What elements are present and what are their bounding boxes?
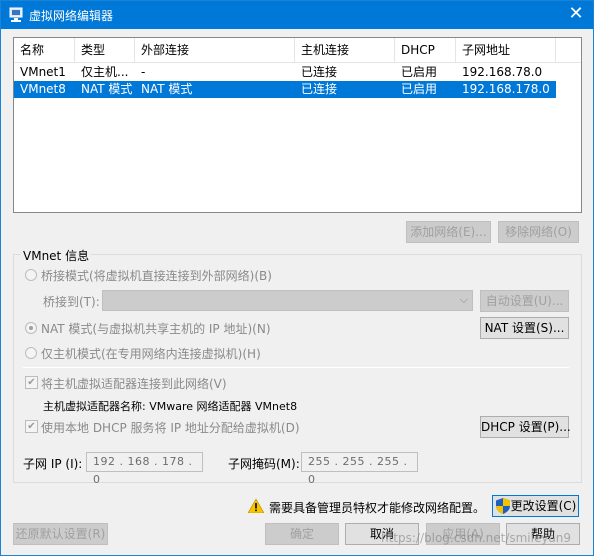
- subnet-mask-label: 子网掩码(M):: [228, 457, 300, 471]
- row-dhcp: 已启用: [401, 65, 438, 79]
- remove-network-button[interactable]: 移除网络(O): [498, 221, 579, 243]
- column-header-type[interactable]: 类型: [75, 38, 135, 63]
- subnet-ip-label: 子网 IP (I):: [23, 457, 83, 471]
- network-list[interactable]: 名称 类型 外部连接 主机连接 DHCP 子网地址 VMnet1 仅主机... …: [13, 37, 582, 213]
- title-bar[interactable]: 虚拟网络编辑器 ✕: [1, 1, 593, 29]
- window-title: 虚拟网络编辑器: [29, 9, 114, 23]
- add-network-button[interactable]: 添加网络(E)...: [406, 221, 491, 243]
- row-name: VMnet8: [20, 82, 66, 96]
- admin-notice-text: 需要具备管理员特权才能修改网络配置。: [269, 501, 486, 515]
- warning-icon: [248, 499, 264, 513]
- virtual-network-editor-window: 虚拟网络编辑器 ✕ 名称 类型 外部连接 主机连接 DHCP 子网地址 VMne…: [0, 0, 594, 556]
- row-external: -: [141, 65, 146, 79]
- bridged-to-label: 桥接到(T):: [43, 295, 100, 309]
- use-dhcp-checkbox[interactable]: ✔: [25, 420, 38, 433]
- bridged-to-select[interactable]: ⌵: [102, 290, 473, 311]
- network-list-header: 名称 类型 外部连接 主机连接 DHCP 子网地址: [14, 38, 581, 63]
- row-host: 已连接: [301, 65, 338, 79]
- nat-settings-button[interactable]: NAT 设置(S)...: [480, 317, 569, 339]
- column-header-name[interactable]: 名称: [14, 38, 75, 63]
- table-row[interactable]: VMnet1 仅主机... - 已连接 已启用 192.168.78.0: [14, 64, 556, 81]
- chevron-down-icon: ⌵: [459, 293, 468, 306]
- use-dhcp-label: 使用本地 DHCP 服务将 IP 地址分配给虚拟机(D): [41, 421, 300, 435]
- row-name: VMnet1: [20, 65, 66, 79]
- dhcp-settings-button[interactable]: DHCP 设置(P)...: [480, 416, 571, 438]
- row-type: 仅主机...: [81, 65, 129, 79]
- nat-mode-radio[interactable]: [25, 322, 37, 334]
- host-only-mode-radio[interactable]: [25, 347, 37, 359]
- auto-settings-button[interactable]: 自动设置(U)...: [480, 290, 569, 312]
- table-row-selected[interactable]: VMnet8 NAT 模式 NAT 模式 已连接 已启用 192.168.178…: [14, 81, 556, 98]
- column-header-host[interactable]: 主机连接: [295, 38, 395, 63]
- row-type: NAT 模式: [81, 82, 133, 96]
- bridged-mode-label: 桥接模式(将虚拟机直接连接到外部网络)(B): [41, 269, 272, 283]
- column-header-external[interactable]: 外部连接: [135, 38, 295, 63]
- watermark: https://blog.csdn.net/smileyan9: [381, 531, 572, 545]
- connect-adapter-label: 将主机虚拟适配器连接到此网络(V): [41, 377, 227, 391]
- row-subnet: 192.168.78.0: [462, 65, 543, 79]
- row-external: NAT 模式: [141, 82, 193, 96]
- connect-adapter-checkbox[interactable]: ✔: [25, 376, 38, 389]
- uac-shield-icon: [496, 498, 510, 514]
- separator: [23, 367, 569, 368]
- vmnet-info-group: [13, 254, 582, 483]
- close-icon[interactable]: ✕: [559, 1, 593, 29]
- bridged-mode-radio[interactable]: [25, 269, 37, 281]
- restore-defaults-button[interactable]: 还原默认设置(R): [13, 523, 108, 545]
- column-header-subnet[interactable]: 子网地址: [456, 38, 556, 63]
- adapter-name-text: 主机虚拟适配器名称: VMware 网络适配器 VMnet8: [43, 400, 298, 413]
- ok-button[interactable]: 确定: [265, 523, 339, 545]
- row-host: 已连接: [301, 82, 338, 96]
- nat-mode-label: NAT 模式(与虚拟机共享主机的 IP 地址)(N): [41, 322, 271, 336]
- subnet-mask-field[interactable]: 255 . 255 . 255 . 0: [301, 452, 418, 486]
- vmnet-info-group-title: VMnet 信息: [21, 247, 92, 264]
- column-header-dhcp[interactable]: DHCP: [395, 38, 456, 63]
- change-settings-label: 更改设置(C): [510, 499, 577, 513]
- host-only-mode-label: 仅主机模式(在专用网络内连接虚拟机)(H): [41, 347, 261, 361]
- network-editor-icon: [9, 7, 23, 22]
- row-subnet: 192.168.178.0: [462, 82, 550, 96]
- subnet-ip-field[interactable]: 192 . 168 . 178 . 0: [86, 452, 203, 486]
- row-dhcp: 已启用: [401, 82, 438, 96]
